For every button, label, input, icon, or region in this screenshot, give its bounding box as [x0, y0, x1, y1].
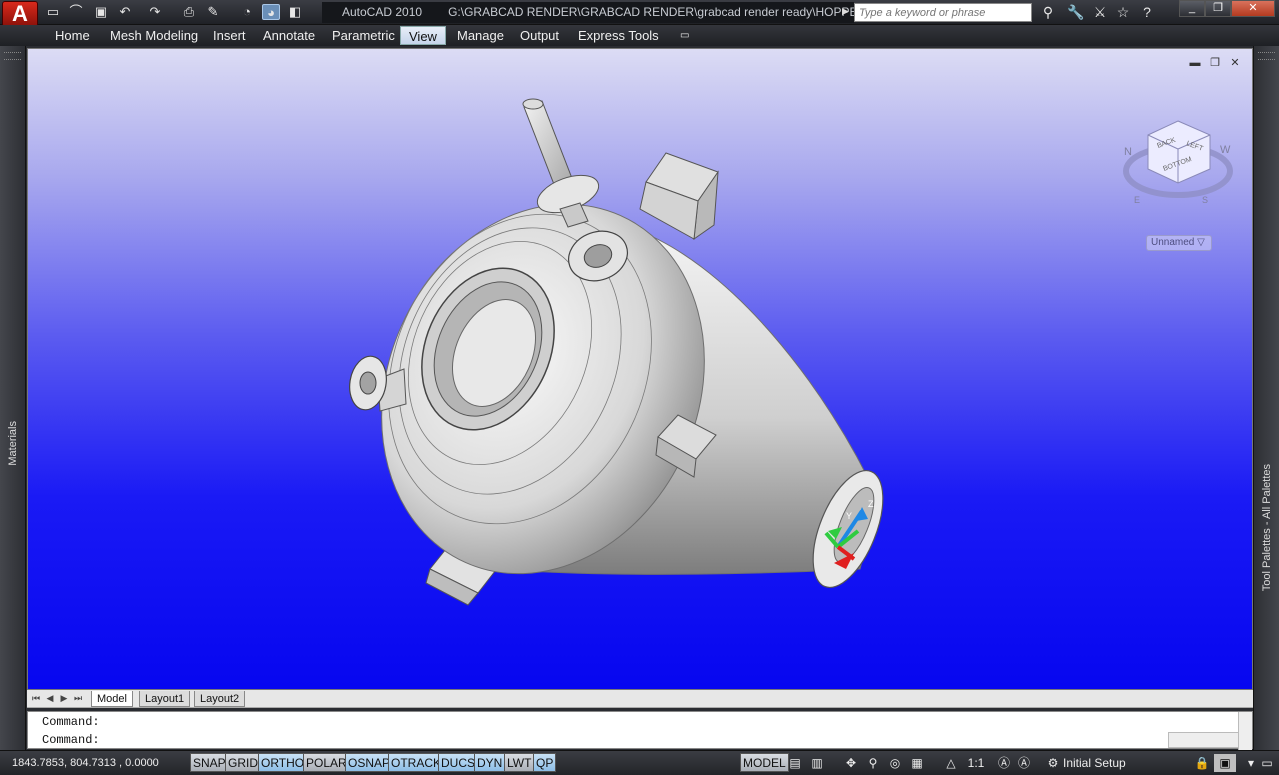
file-path: G:\GRABCAD RENDER\GRABCAD RENDER\grabcad… — [448, 5, 854, 19]
materials-palette[interactable]: Materials — [0, 46, 26, 750]
tab-manage[interactable]: Manage — [449, 26, 512, 45]
dyn-toggle[interactable]: DYN — [474, 753, 506, 772]
ucs-z-label: Z — [868, 499, 874, 509]
tab-parametric[interactable]: Parametric — [324, 26, 403, 45]
workspace-gear-icon[interactable]: ⚙ — [1044, 754, 1062, 772]
model-space-toggle[interactable]: MODEL — [740, 753, 789, 772]
pan-icon[interactable]: ✥ — [842, 754, 860, 772]
title-expand-icon[interactable]: ▶ — [842, 6, 849, 17]
annotation-scale-value[interactable]: 1:1 — [961, 754, 991, 772]
clean-screen-icon[interactable]: ▭ — [1260, 754, 1274, 772]
viewcube[interactable]: BACK LEFT BOTTOM N W S E — [1120, 113, 1250, 213]
autocad-window: A ▭ ⌒ ▣ ↶ ↷ ⎙ ✎ ◔ ◕ ◧ AutoCAD 2010 G:\GRA… — [0, 0, 1279, 775]
prev-layout-icon[interactable]: ◀ — [45, 692, 55, 705]
open-file-icon[interactable]: ⌒ — [67, 4, 85, 20]
steering-wheel-icon[interactable]: ◎ — [886, 754, 904, 772]
ducs-toggle[interactable]: DUCS — [438, 753, 479, 772]
coordinate-readout[interactable]: 1843.7853, 804.7313 , 0.0000 — [12, 754, 159, 772]
annotation-visibility-icon[interactable]: Ⓐ — [995, 754, 1013, 772]
tab-layout2[interactable]: Layout2 — [194, 691, 246, 707]
otrack-toggle[interactable]: OTRACK — [388, 753, 445, 772]
quick-view-layouts-icon[interactable]: ▤ — [786, 754, 804, 772]
compass-e[interactable]: E — [1134, 195, 1140, 205]
window-controls: _ ❐ ✕ — [1179, 0, 1275, 17]
tab-annotate[interactable]: Annotate — [255, 26, 323, 45]
hopper-3d-model[interactable]: Y Z — [28, 49, 1253, 690]
quick-view-drawings-icon[interactable]: ▥ — [808, 754, 826, 772]
osnap-toggle[interactable]: OSNAP — [345, 753, 394, 772]
app-title: AutoCAD 2010 — [342, 5, 423, 19]
subscription-key-icon[interactable]: 🔧 — [1066, 3, 1086, 22]
next-layout-icon[interactable]: ▶ — [59, 692, 69, 705]
status-bar: 1843.7853, 804.7313 , 0.0000 SNAP GRID O… — [0, 750, 1279, 775]
lock-icon[interactable]: 🔒 — [1193, 754, 1211, 772]
minimize-button[interactable]: _ — [1179, 0, 1205, 17]
tab-express-tools[interactable]: Express Tools — [570, 26, 667, 45]
tool-palettes[interactable]: Tool Palettes - All Palettes — [1253, 46, 1279, 750]
compass-w[interactable]: W — [1220, 144, 1231, 156]
layout-tab-bar: ⏮ ◀ ▶ ⏭ Model Layout1 Layout2 — [27, 690, 1253, 708]
workspace-switcher[interactable]: Initial Setup Workspace — [1063, 754, 1188, 775]
zoom-icon[interactable]: ⚲ — [864, 754, 882, 772]
annotation-scale-icon[interactable]: △ — [942, 754, 960, 772]
polar-toggle[interactable]: POLAR — [303, 753, 350, 772]
tab-insert[interactable]: Insert — [205, 26, 254, 45]
binoculars-icon[interactable]: ⚲ — [1038, 3, 1058, 22]
hardware-acceleration-icon[interactable]: ▣ — [1214, 754, 1236, 772]
command-horizontal-scrollbar[interactable] — [1168, 732, 1240, 748]
undo-icon[interactable]: ↶ — [116, 4, 134, 20]
workspace-icon[interactable]: ◔ — [238, 4, 256, 20]
tab-mesh-modeling[interactable]: Mesh Modeling — [102, 26, 206, 45]
drawing-viewport[interactable]: ▬ ❐ ✕ Y Z BACK LEFT BOTTOM N W S E Unnam… — [27, 48, 1253, 690]
tab-home[interactable]: Home — [47, 26, 98, 45]
tool-palettes-label: Tool Palettes - All Palettes — [1261, 464, 1273, 592]
favorites-star-icon[interactable]: ☆ — [1113, 3, 1133, 22]
snap-toggle[interactable]: SNAP — [190, 753, 229, 772]
maximize-button[interactable]: ❐ — [1205, 0, 1231, 17]
title-bar: A ▭ ⌒ ▣ ↶ ↷ ⎙ ✎ ◔ ◕ ◧ AutoCAD 2010 G:\GRA… — [0, 0, 1279, 27]
application-menu-button[interactable]: A — [2, 1, 38, 27]
publish-icon[interactable]: ✎ — [204, 4, 222, 20]
tab-output[interactable]: Output — [512, 26, 567, 45]
compass-n[interactable]: N — [1124, 146, 1132, 158]
search-input[interactable] — [854, 3, 1032, 22]
ucs-y-label: Y — [846, 511, 852, 521]
help-icon[interactable]: ? — [1137, 3, 1157, 22]
plot-icon[interactable]: ⎙ — [180, 4, 198, 20]
tab-model[interactable]: Model — [91, 691, 133, 707]
auto-scale-icon[interactable]: Ⓐ — [1015, 754, 1033, 772]
palette-grip[interactable] — [4, 52, 21, 60]
tab-layout1[interactable]: Layout1 — [139, 691, 191, 707]
close-button[interactable]: ✕ — [1231, 0, 1275, 17]
qp-toggle[interactable]: QP — [533, 753, 557, 772]
window-title: AutoCAD 2010 G:\GRABCAD RENDER\GRABCAD RE… — [322, 2, 854, 23]
new-file-icon[interactable]: ▭ — [44, 4, 62, 20]
first-layout-icon[interactable]: ⏮ — [31, 692, 41, 705]
named-view-dropdown[interactable]: Unnamed ▽ — [1146, 235, 1212, 251]
redo-icon[interactable]: ↷ — [146, 4, 164, 20]
compass-s[interactable]: S — [1202, 195, 1208, 205]
communication-center-icon[interactable]: ⚔ — [1090, 3, 1110, 22]
qat-options-icon[interactable]: ◧ — [286, 4, 304, 20]
materials-palette-label: Materials — [7, 421, 19, 466]
showmotion-icon[interactable]: ▦ — [908, 754, 926, 772]
last-layout-icon[interactable]: ⏭ — [73, 692, 83, 705]
status-menu-icon[interactable]: ▾ — [1244, 754, 1258, 772]
lwt-toggle[interactable]: LWT — [504, 753, 535, 772]
workspace-active-icon[interactable]: ◕ — [262, 4, 280, 20]
tab-view[interactable]: View — [400, 26, 446, 45]
support-lug-top — [639, 152, 719, 241]
command-history-line: Command: — [42, 715, 100, 729]
command-vertical-scrollbar[interactable] — [1238, 712, 1252, 750]
ribbon-minimize-icon[interactable]: ▭ — [672, 26, 697, 45]
command-window[interactable]: Command: Command: — [27, 711, 1253, 750]
command-prompt-line[interactable]: Command: — [42, 731, 100, 749]
ortho-toggle[interactable]: ORTHO — [258, 753, 308, 772]
ribbon-tab-bar: Home Mesh Modeling Insert Annotate Param… — [0, 25, 1279, 46]
save-icon[interactable]: ▣ — [92, 4, 110, 20]
palette-grip[interactable] — [1258, 52, 1275, 60]
grid-toggle[interactable]: GRID — [225, 753, 261, 772]
